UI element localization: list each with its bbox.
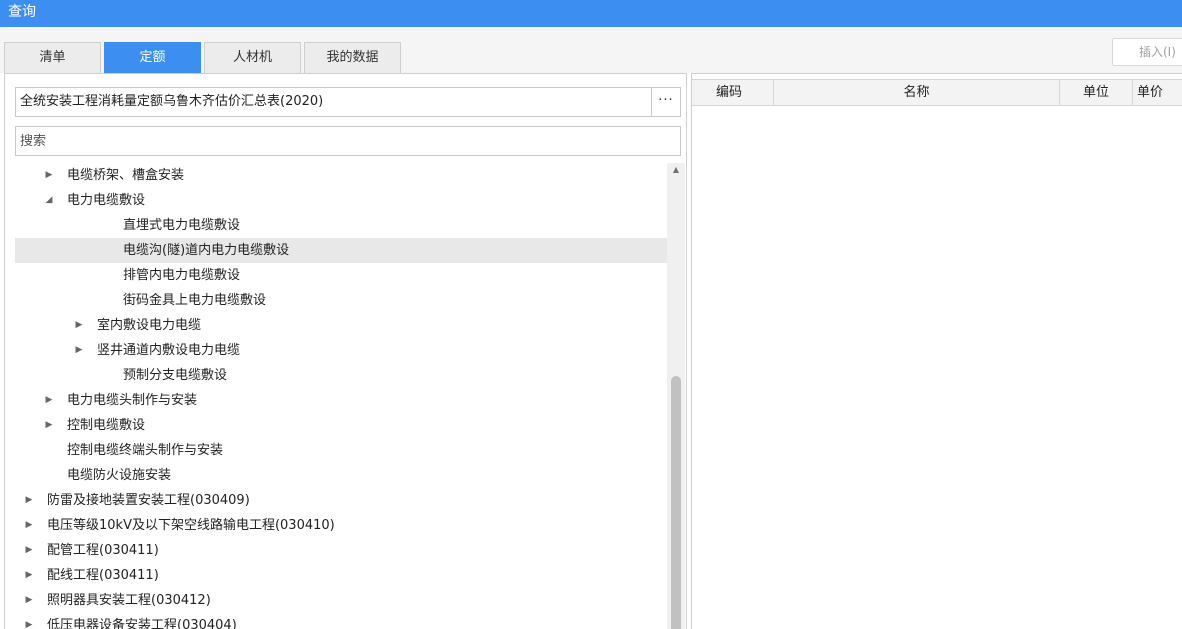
tree-node[interactable]: 电缆防火设施安装 bbox=[15, 463, 667, 488]
tab-labor-material-machine[interactable]: 人材机 bbox=[204, 42, 301, 73]
grid-header: 编码 名称 单位 单价 bbox=[692, 79, 1182, 106]
tree-node[interactable]: ▶ 照明器具安装工程(030412) bbox=[15, 588, 667, 613]
collapse-arrow-icon[interactable]: ▶ bbox=[23, 563, 35, 588]
library-more-button[interactable]: ··· bbox=[651, 87, 681, 117]
tree-node-label: 电缆防火设施安装 bbox=[67, 468, 172, 483]
tree-node[interactable]: ▶ 竖井通道内敷设电力电缆 bbox=[15, 338, 667, 363]
tree-node[interactable]: 街码金具上电力电缆敷设 bbox=[15, 288, 667, 313]
tab-bill[interactable]: 清单 bbox=[4, 42, 101, 73]
tree-node-label: 电压等级10kV及以下架空线路输电工程(030410) bbox=[47, 518, 335, 533]
tree-node-label: 照明器具安装工程(030412) bbox=[47, 593, 211, 608]
grid-header-code[interactable]: 编码 bbox=[692, 80, 774, 105]
tree-node-label: 预制分支电缆敷设 bbox=[123, 368, 228, 383]
tab-quota[interactable]: 定额 bbox=[104, 42, 201, 73]
tree-node-label: 电缆桥架、槽盒安装 bbox=[67, 168, 185, 183]
tree-node-label: 电力电缆敷设 bbox=[67, 193, 146, 208]
expand-arrow-icon[interactable]: ◢ bbox=[43, 188, 55, 213]
tree-node-label: 直埋式电力电缆敷设 bbox=[123, 218, 241, 233]
tree-node[interactable]: ▶ 低压电器设备安装工程(030404) bbox=[15, 613, 667, 629]
grid-header-unit[interactable]: 单位 bbox=[1060, 80, 1133, 105]
collapse-arrow-icon[interactable]: ▶ bbox=[73, 313, 85, 338]
tree-node-label: 街码金具上电力电缆敷设 bbox=[123, 293, 267, 308]
tree-node[interactable]: ▶ 电力电缆头制作与安装 bbox=[15, 388, 667, 413]
collapse-arrow-icon[interactable]: ▶ bbox=[23, 513, 35, 538]
results-grid-panel: 编码 名称 单位 单价 bbox=[691, 73, 1182, 629]
collapse-arrow-icon[interactable]: ▶ bbox=[23, 538, 35, 563]
tree-node[interactable]: 排管内电力电缆敷设 bbox=[15, 263, 667, 288]
tree-node[interactable]: ▶ 电压等级10kV及以下架空线路输电工程(030410) bbox=[15, 513, 667, 538]
tree-node[interactable]: ▶ 配管工程(030411) bbox=[15, 538, 667, 563]
search-input[interactable] bbox=[15, 126, 681, 156]
collapse-arrow-icon[interactable]: ▶ bbox=[23, 613, 35, 629]
scrollbar-thumb[interactable] bbox=[671, 376, 681, 629]
tree-node-label: 室内敷设电力电缆 bbox=[97, 318, 202, 333]
tab-toolbar: 清单 定额 人材机 我的数据 插入(I) bbox=[0, 27, 1182, 73]
collapse-arrow-icon[interactable]: ▶ bbox=[23, 588, 35, 613]
window-title-bar: 查询 bbox=[0, 0, 1182, 27]
library-selector[interactable]: 全统安装工程消耗量定额乌鲁木齐估价汇总表(2020) bbox=[15, 87, 652, 117]
tree-node-label: 防雷及接地装置安装工程(030409) bbox=[47, 493, 250, 508]
tree-node[interactable]: 控制电缆终端头制作与安装 bbox=[15, 438, 667, 463]
grid-header-price[interactable]: 单价 bbox=[1133, 80, 1182, 105]
tree-node-label: 电力电缆头制作与安装 bbox=[67, 393, 198, 408]
tree-node-label: 控制电缆敷设 bbox=[67, 418, 146, 433]
tree-node[interactable]: ▶ 电缆桥架、槽盒安装 bbox=[15, 163, 667, 188]
tree-node-label: 控制电缆终端头制作与安装 bbox=[67, 443, 224, 458]
tree-node-label: 低压电器设备安装工程(030404) bbox=[47, 618, 237, 629]
tree-node[interactable]: 直埋式电力电缆敷设 bbox=[15, 213, 667, 238]
scroll-up-arrow-icon[interactable]: ▲ bbox=[667, 163, 685, 177]
collapse-arrow-icon[interactable]: ▶ bbox=[73, 338, 85, 363]
tree-node[interactable]: ▶ 配线工程(030411) bbox=[15, 563, 667, 588]
tree-node[interactable]: ◢ 电力电缆敷设 bbox=[15, 188, 667, 213]
collapse-arrow-icon[interactable]: ▶ bbox=[43, 413, 55, 438]
tree-node-label: 配管工程(030411) bbox=[47, 543, 159, 558]
tree-node[interactable]: 电缆沟(隧)道内电力电缆敷设 bbox=[15, 238, 667, 263]
tab-my-data[interactable]: 我的数据 bbox=[304, 42, 401, 73]
window-title: 查询 bbox=[8, 4, 36, 20]
tree-node[interactable]: ▶ 防雷及接地装置安装工程(030409) bbox=[15, 488, 667, 513]
tree-scrollbar[interactable]: ▲ bbox=[667, 163, 685, 629]
tree-node-label: 电缆沟(隧)道内电力电缆敷设 bbox=[123, 243, 290, 258]
collapse-arrow-icon[interactable]: ▶ bbox=[43, 388, 55, 413]
tree-node-label: 排管内电力电缆敷设 bbox=[123, 268, 241, 283]
collapse-arrow-icon[interactable]: ▶ bbox=[43, 163, 55, 188]
quota-tree: ▶ 电缆桥架、槽盒安装 ◢ 电力电缆敷设直埋式电力电缆敷设电缆沟(隧)道内电力电缆敷设… bbox=[15, 163, 667, 629]
tree-node[interactable]: 预制分支电缆敷设 bbox=[15, 363, 667, 388]
tree-node-label: 竖井通道内敷设电力电缆 bbox=[97, 343, 241, 358]
collapse-arrow-icon[interactable]: ▶ bbox=[23, 488, 35, 513]
tree-node[interactable]: ▶ 室内敷设电力电缆 bbox=[15, 313, 667, 338]
quota-tree-panel: 全统安装工程消耗量定额乌鲁木齐估价汇总表(2020) ··· ▶ 电缆桥架、槽盒安… bbox=[4, 73, 687, 629]
tree-node[interactable]: ▶ 控制电缆敷设 bbox=[15, 413, 667, 438]
grid-header-name[interactable]: 名称 bbox=[774, 80, 1060, 105]
insert-button[interactable]: 插入(I) bbox=[1112, 38, 1182, 66]
tree-node-label: 配线工程(030411) bbox=[47, 568, 159, 583]
